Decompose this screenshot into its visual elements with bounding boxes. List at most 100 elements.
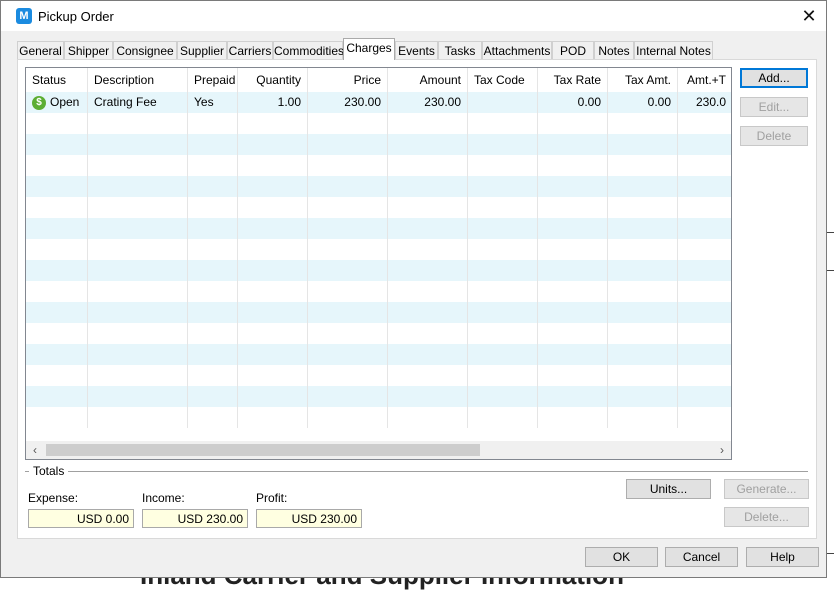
- cell-amt-t: [678, 239, 731, 260]
- cell-description: [88, 113, 188, 134]
- empty-table-row[interactable]: [26, 365, 731, 386]
- tab-shipper[interactable]: Shipper: [64, 41, 113, 59]
- profit-value: USD 230.00: [256, 509, 362, 528]
- cell-tax-rate: [538, 113, 608, 134]
- column-header-amount[interactable]: Amount: [388, 68, 468, 92]
- empty-table-row[interactable]: [26, 407, 731, 428]
- tab-notes[interactable]: Notes: [594, 41, 634, 59]
- cell-amt-t: 230.0: [678, 92, 731, 113]
- column-header-tax-rate[interactable]: Tax Rate: [538, 68, 608, 92]
- cell-tax-rate: [538, 218, 608, 239]
- scroll-left-icon[interactable]: ‹: [26, 441, 44, 459]
- table-row[interactable]: $ Open Crating Fee Yes 1.00 230.00 230.00 0.00 0…: [26, 92, 731, 113]
- totals-divider: [25, 471, 808, 472]
- cell-prepaid: Yes: [188, 92, 238, 113]
- cell-amt-t: [678, 323, 731, 344]
- cell-tax-rate: [538, 344, 608, 365]
- charges-grid[interactable]: Status Description Prepaid Quantity Pric…: [25, 67, 732, 460]
- column-header-prepaid[interactable]: Prepaid: [188, 68, 238, 92]
- cell-status: [26, 281, 88, 302]
- add-button[interactable]: Add...: [740, 68, 808, 88]
- cell-amt-t: [678, 113, 731, 134]
- cell-status: [26, 365, 88, 386]
- empty-table-row[interactable]: [26, 134, 731, 155]
- cell-price: [308, 302, 388, 323]
- cell-amount: [388, 260, 468, 281]
- tab-commodities[interactable]: Commodities: [273, 41, 344, 59]
- cell-amt-t: [678, 344, 731, 365]
- empty-table-row[interactable]: [26, 323, 731, 344]
- edit-button[interactable]: Edit...: [740, 97, 808, 117]
- tab-consignee[interactable]: Consignee: [113, 41, 177, 59]
- units-button[interactable]: Units...: [626, 479, 711, 499]
- cell-price: [308, 155, 388, 176]
- tab-attachments[interactable]: Attachments: [482, 41, 552, 59]
- tab-pod[interactable]: POD: [552, 41, 594, 59]
- cancel-button[interactable]: Cancel: [665, 547, 738, 567]
- column-header-tax-code[interactable]: Tax Code: [468, 68, 538, 92]
- empty-table-row[interactable]: [26, 218, 731, 239]
- totals-group-label: Totals: [29, 464, 69, 478]
- cell-price: [308, 113, 388, 134]
- help-button[interactable]: Help: [746, 547, 819, 567]
- cell-prepaid: [188, 239, 238, 260]
- horizontal-scrollbar[interactable]: ‹ ›: [26, 441, 731, 459]
- scroll-right-icon[interactable]: ›: [713, 441, 731, 459]
- grid-header: Status Description Prepaid Quantity Pric…: [26, 68, 731, 92]
- empty-table-row[interactable]: [26, 197, 731, 218]
- cell-tax-code: [468, 344, 538, 365]
- cell-amount: [388, 323, 468, 344]
- cell-tax-rate: [538, 134, 608, 155]
- cell-tax-rate: 0.00: [538, 92, 608, 113]
- column-header-price[interactable]: Price: [308, 68, 388, 92]
- column-header-tax-amt[interactable]: Tax Amt.: [608, 68, 678, 92]
- close-icon: ✕: [801, 6, 817, 26]
- cell-tax-rate: [538, 155, 608, 176]
- column-header-status[interactable]: Status: [26, 68, 88, 92]
- tab-general[interactable]: General: [17, 41, 64, 59]
- cell-tax-amt: [608, 197, 678, 218]
- generate-button[interactable]: Generate...: [724, 479, 809, 499]
- empty-table-row[interactable]: [26, 344, 731, 365]
- cell-tax-amt: [608, 176, 678, 197]
- cell-tax-rate: [538, 365, 608, 386]
- delete-totals-button[interactable]: Delete...: [724, 507, 809, 527]
- empty-table-row[interactable]: [26, 281, 731, 302]
- column-header-quantity[interactable]: Quantity: [238, 68, 308, 92]
- ok-button[interactable]: OK: [585, 547, 658, 567]
- empty-table-row[interactable]: [26, 239, 731, 260]
- cell-amt-t: [678, 407, 731, 428]
- tab-carriers[interactable]: Carriers: [227, 41, 273, 59]
- app-logo-icon: M: [16, 8, 32, 24]
- column-header-description[interactable]: Description: [88, 68, 188, 92]
- tab-charges[interactable]: Charges: [343, 38, 395, 60]
- tab-events[interactable]: Events: [395, 41, 438, 59]
- cell-status: [26, 155, 88, 176]
- tab-supplier[interactable]: Supplier: [177, 41, 227, 59]
- delete-button[interactable]: Delete: [740, 126, 808, 146]
- cell-price: [308, 239, 388, 260]
- empty-table-row[interactable]: [26, 155, 731, 176]
- cell-amt-t: [678, 134, 731, 155]
- cell-amt-t: [678, 197, 731, 218]
- tab-tasks[interactable]: Tasks: [438, 41, 482, 59]
- cell-status: [26, 176, 88, 197]
- cell-prepaid: [188, 386, 238, 407]
- column-header-amt-plus-tax[interactable]: Amt.+T: [678, 68, 731, 92]
- status-text: Open: [50, 95, 80, 109]
- empty-table-row[interactable]: [26, 176, 731, 197]
- tab-internal-notes[interactable]: Internal Notes: [634, 41, 713, 59]
- close-button[interactable]: ✕: [792, 1, 826, 31]
- scrollbar-thumb[interactable]: [46, 444, 480, 456]
- cell-tax-code: [468, 365, 538, 386]
- empty-table-row[interactable]: [26, 386, 731, 407]
- cell-status: [26, 197, 88, 218]
- dollar-icon: $: [32, 95, 46, 110]
- empty-table-row[interactable]: [26, 113, 731, 134]
- empty-table-row[interactable]: [26, 260, 731, 281]
- cell-tax-amt: [608, 260, 678, 281]
- cell-tax-code: [468, 113, 538, 134]
- cell-tax-code: [468, 92, 538, 113]
- cell-quantity: 1.00: [238, 92, 308, 113]
- empty-table-row[interactable]: [26, 302, 731, 323]
